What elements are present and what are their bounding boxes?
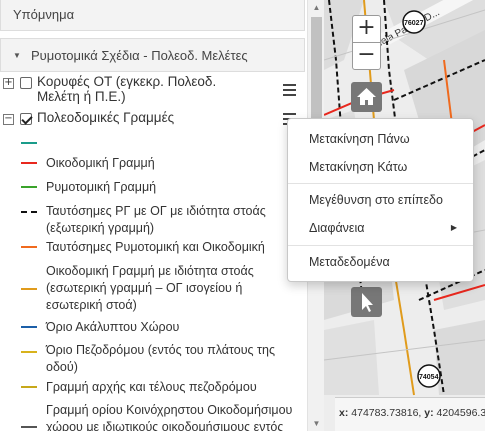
legend-symbol: [21, 186, 37, 188]
legend-symbol: [21, 246, 37, 248]
collapse-minus-icon[interactable]: −: [3, 114, 14, 125]
layer-context-menu: Μετακίνηση Πάνω Μετακίνηση Κάτω Μεγέθυνσ…: [287, 118, 474, 282]
legend-item: Ταυτόσημες Ρυμοτομική και Οικοδομική: [0, 239, 300, 256]
transparency-label: Διαφάνεια: [309, 221, 365, 235]
legend-label: Ταυτόσημες Ρυμοτομική και Οικοδομική: [46, 240, 265, 254]
plans-section-title: Ρυμοτομικά Σχέδια - Πολεοδ. Μελέτες: [31, 47, 248, 63]
legend-item: Ταυτόσημες ΡΓ με ΟΓ με ιδιότητα στοάς (ε…: [0, 203, 300, 237]
layer-checkbox-poleodomikes[interactable]: [20, 113, 32, 125]
legend-label: Οικοδομική Γραμμή με ιδιότητα στοάς (εσω…: [46, 264, 254, 312]
menu-item-zoom-to-layer[interactable]: Μεγέθυνση στο επίπεδο: [288, 187, 473, 213]
menu-divider: [288, 183, 473, 184]
legend-label: Γραμμή ορίου Κοινόχρηστου Οικοδομήσιμου …: [46, 403, 293, 431]
y-label: y:: [424, 407, 434, 419]
legend-symbol: [21, 426, 37, 428]
menu-divider: [288, 245, 473, 246]
accordion-plans-header[interactable]: ▼ Ρυμοτομικά Σχέδια - Πολεοδ. Μελέτες: [0, 38, 305, 72]
select-tool-button[interactable]: [351, 287, 382, 317]
layer-row-poleodomikes: − Πολεοδομικές Γραμμές: [0, 110, 305, 125]
legend-symbol: [21, 386, 37, 388]
menu-item-move-up[interactable]: Μετακίνηση Πάνω: [288, 126, 473, 152]
layer-row-koryfes: + Κορυφές ΟΤ (εγκεκρ. Πολεοδ. Μελέτη ή Π…: [0, 74, 305, 104]
scroll-up-arrow-icon[interactable]: ▲: [308, 0, 325, 15]
y-value: 4204596.3: [436, 407, 485, 419]
legend-item: Ρυμοτομική Γραμμή: [0, 179, 300, 196]
menu-item-transparency[interactable]: Διαφάνεια ▶: [288, 215, 473, 241]
zoom-out-button[interactable]: −: [352, 42, 381, 70]
zoom-in-button[interactable]: +: [352, 15, 381, 43]
legend-symbol: [21, 351, 37, 353]
layer-label-poleodomikes: Πολεοδομικές Γραμμές: [37, 110, 175, 125]
legend-label: Οικοδομική Γραμμή: [46, 156, 155, 170]
legend-symbol: [21, 288, 37, 290]
coordinate-readout: x: 474783.73816, y: 4204596.3: [335, 397, 485, 431]
x-value: 474783.73816,: [351, 407, 422, 419]
menu-item-metadata[interactable]: Μεταδεδομένα: [288, 249, 473, 275]
legend-label: Ρυμοτομική Γραμμή: [46, 180, 157, 194]
scroll-down-arrow-icon[interactable]: ▼: [308, 416, 325, 431]
hamburger-menu-icon[interactable]: [283, 84, 296, 99]
x-label: x:: [339, 407, 349, 419]
cursor-arrow-icon: [362, 293, 373, 312]
block-label-74054: 74054: [419, 374, 439, 381]
legend-symbol: [21, 326, 37, 328]
caret-down-icon: ▼: [13, 50, 21, 60]
legend-label: Ταυτόσημες ΡΓ με ΟΓ με ιδιότητα στοάς (ε…: [46, 204, 266, 235]
legend-item: Όριο Πεζοδρόμου (εντός του πλάτους της ο…: [0, 342, 300, 376]
home-icon: [357, 88, 376, 105]
accordion-legend-header[interactable]: Υπόμνημα: [0, 0, 305, 31]
legend-label: Γραμμή αρχής και τέλους πεζοδρόμου: [46, 380, 257, 394]
home-button[interactable]: [351, 82, 382, 112]
legend-symbol: [21, 162, 37, 164]
legend-symbol-teal: [21, 142, 37, 144]
legend-item: Γραμμή ορίου Κοινόχρηστου Οικοδομήσιμου …: [0, 402, 300, 431]
expand-plus-icon[interactable]: +: [3, 78, 14, 89]
menu-item-move-down[interactable]: Μετακίνηση Κάτω: [288, 154, 473, 180]
legend-item: Όριο Ακάλυπτου Χώρου: [0, 319, 300, 336]
legend-symbol: [21, 211, 37, 213]
legend-item: Οικοδομική Γραμμή με ιδιότητα στοάς (εσω…: [0, 263, 300, 314]
block-label-76027: 76027: [404, 20, 424, 27]
legend-label: Όριο Ακάλυπτου Χώρου: [46, 320, 180, 334]
submenu-arrow-icon: ▶: [450, 223, 457, 232]
legend-label: Όριο Πεζοδρόμου (εντός του πλάτους της ο…: [46, 343, 275, 374]
layer-label-koryfes: Κορυφές ΟΤ (εγκεκρ. Πολεοδ. Μελέτη ή Π.Ε…: [37, 74, 217, 104]
legend-section-title: Υπόμνημα: [13, 6, 75, 22]
legend-item: Οικοδομική Γραμμή: [0, 155, 300, 172]
legend-item: Γραμμή αρχής και τέλους πεζοδρόμου: [0, 379, 300, 396]
layer-checkbox-koryfes[interactable]: [20, 77, 32, 89]
layer-panel: Υπόμνημα ▼ Ρυμοτομικά Σχέδια - Πολεοδ. Μ…: [0, 0, 307, 431]
